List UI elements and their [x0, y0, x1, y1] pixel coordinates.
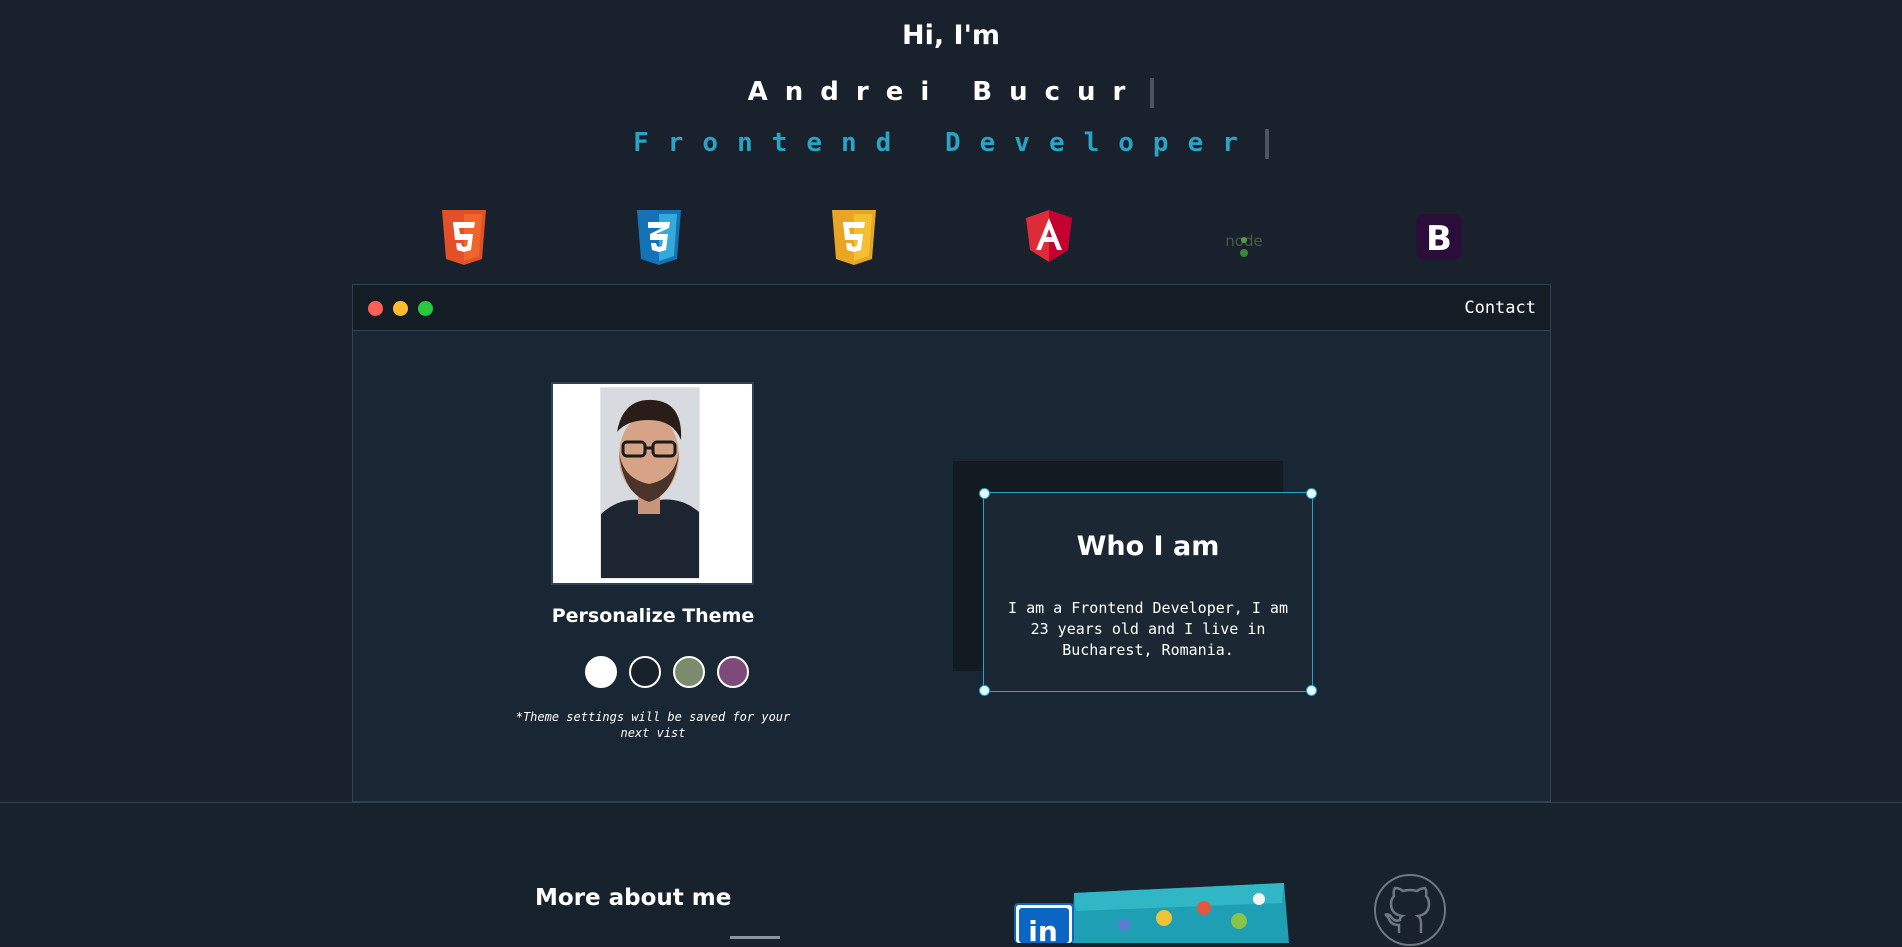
resize-handle[interactable]	[1306, 488, 1317, 499]
more-about-me-title: More about me	[535, 885, 732, 911]
theme-swatch-green[interactable]	[673, 656, 705, 688]
typing-cursor	[1264, 128, 1269, 159]
bootstrap-icon: B	[1416, 214, 1462, 260]
personalize-theme-title: Personalize Theme	[551, 605, 755, 627]
nodejs-icon: node	[1225, 232, 1263, 257]
resize-handle[interactable]	[979, 488, 990, 499]
theme-swatch-purple[interactable]	[717, 656, 749, 688]
about-window: Contact Personalize Theme *Theme setting…	[352, 284, 1551, 802]
linkedin-icon[interactable]: in	[1014, 863, 1289, 943]
svg-text:B: B	[1426, 219, 1452, 259]
resize-handle[interactable]	[979, 685, 990, 696]
contact-link[interactable]: Contact	[1464, 298, 1536, 318]
more-section: More about me in	[0, 802, 1902, 946]
who-i-am-text: I am a Frontend Developer, I am 23 years…	[1008, 599, 1288, 659]
svg-text:in: in	[1028, 915, 1058, 943]
minimize-dot-icon[interactable]	[393, 301, 408, 316]
role-heading: Frontend Developer	[0, 128, 1902, 159]
greeting: Hi, I'm	[902, 20, 1000, 51]
theme-note: *Theme settings will be saved for your n…	[515, 710, 791, 740]
angular-icon	[1026, 210, 1072, 262]
theme-swatches	[503, 656, 803, 692]
avatar	[600, 387, 700, 579]
who-i-am-title: Who I am	[1076, 531, 1220, 562]
tech-icons-row: node B	[0, 210, 1902, 270]
javascript-icon	[832, 210, 876, 265]
maximize-dot-icon[interactable]	[418, 301, 433, 316]
name-text: Andrei Bucur	[747, 77, 1143, 107]
profile-photo	[551, 382, 754, 585]
typing-cursor	[1150, 77, 1155, 108]
close-dot-icon[interactable]	[368, 301, 383, 316]
resize-handle[interactable]	[1306, 685, 1317, 696]
who-i-am-card: Who I am I am a Frontend Developer, I am…	[979, 488, 1317, 696]
github-icon[interactable]	[1373, 873, 1447, 947]
theme-swatch-dark[interactable]	[629, 656, 661, 688]
html5-icon	[442, 210, 486, 265]
name-heading: Andrei Bucur	[0, 77, 1902, 108]
css3-icon	[637, 210, 681, 265]
role-text: Frontend Developer	[633, 128, 1257, 158]
window-titlebar: Contact	[353, 285, 1550, 331]
theme-swatch-white[interactable]	[585, 656, 617, 688]
